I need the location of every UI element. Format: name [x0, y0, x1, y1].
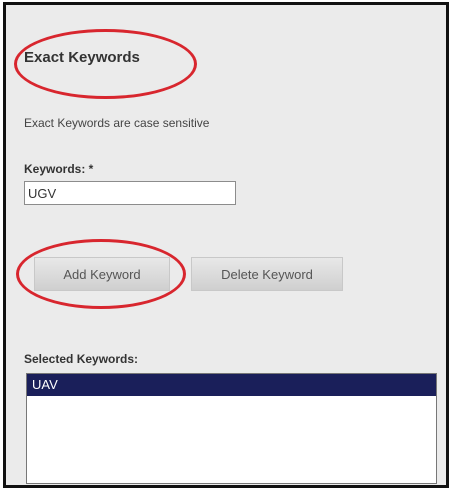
- section-subtitle: Exact Keywords are case sensitive: [24, 116, 210, 130]
- keywords-label: Keywords: *: [24, 162, 94, 176]
- selected-keywords-listbox[interactable]: UAV: [26, 373, 437, 484]
- keywords-input[interactable]: [24, 181, 236, 205]
- section-title: Exact Keywords: [24, 49, 140, 66]
- list-item[interactable]: UAV: [27, 374, 436, 396]
- selected-keywords-label: Selected Keywords:: [24, 352, 139, 366]
- delete-keyword-button[interactable]: Delete Keyword: [191, 257, 343, 291]
- exact-keywords-panel: Exact Keywords Exact Keywords are case s…: [3, 2, 449, 488]
- add-keyword-button[interactable]: Add Keyword: [34, 257, 170, 291]
